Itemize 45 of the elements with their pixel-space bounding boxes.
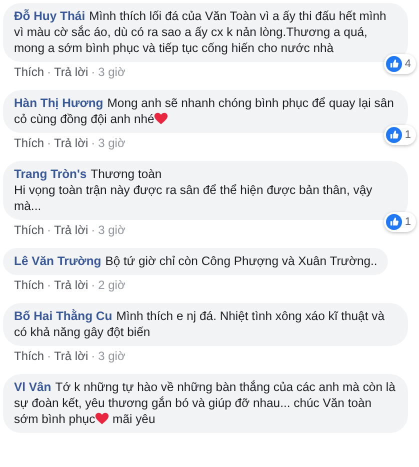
reaction-badge[interactable]: 4 — [384, 54, 416, 74]
comment-text: Bố Hai Thằng Cu Mình thích e nj đá. Nhiệt tình xông xáo kĩ thuật và có khả năng gây đột biến — [14, 308, 386, 340]
like-link[interactable]: Thích — [14, 223, 44, 237]
separator-dot: · — [91, 349, 96, 363]
like-link[interactable]: Thích — [14, 349, 44, 363]
like-link[interactable]: Thích — [14, 136, 44, 150]
like-link[interactable]: Thích — [14, 65, 44, 79]
thumbs-up-icon — [386, 56, 402, 72]
reply-link[interactable]: Trả lời — [54, 65, 88, 79]
separator-dot: · — [47, 278, 52, 292]
thumbs-up-icon — [386, 127, 402, 143]
comment-author[interactable]: Lê Văn Trường — [14, 254, 102, 268]
separator-dot: · — [91, 65, 96, 79]
comment-time: 3 giờ — [98, 65, 126, 79]
like-link[interactable]: Thích — [14, 278, 44, 292]
heart-icon — [95, 412, 110, 425]
comment-author[interactable]: Trang Tròn's — [14, 167, 87, 181]
comment-author[interactable]: Đỗ Huy Thái — [14, 9, 86, 23]
comment-time: 3 giờ — [98, 349, 126, 363]
separator-dot: · — [47, 349, 52, 363]
reply-link[interactable]: Trả lời — [54, 136, 88, 150]
reaction-badge[interactable]: 1 — [384, 125, 416, 145]
comment-text: Hàn Thị Hương Mong anh sẽ nhanh chóng bình phục để quay lại sân cỏ cùng đồng đội anh nhé — [14, 95, 395, 127]
comment-author[interactable]: Bố Hai Thằng Cu — [14, 309, 112, 323]
comment-text: Lê Văn Trường Bộ tứ giờ chỉ còn Công Phượng và Xuân Trường.. — [14, 253, 378, 269]
reply-link[interactable]: Trả lời — [54, 349, 88, 363]
comment-text: Vl Vân Tớ k những tự hào về những bàn thắng của các anh mà còn là sự đoàn kết, yêu thương gắn bó và giúp đỡ nhau... chúc Văn toàn sớm bình phục mãi yêu — [14, 379, 396, 427]
separator-dot: · — [91, 223, 96, 237]
separator-dot: · — [91, 278, 96, 292]
reply-link[interactable]: Trả lời — [54, 278, 88, 292]
reply-link[interactable]: Trả lời — [54, 223, 88, 237]
thumbs-up-icon — [386, 214, 402, 230]
comment-time: 3 giờ — [98, 223, 126, 237]
comment-text: Trang Tròn's Thương toàn Hi vọng toàn trận này được ra sân để thể hiện được bản thân, vậy mà... — [14, 166, 374, 214]
separator-dot: · — [47, 65, 52, 79]
comment-author[interactable]: Vl Vân — [14, 380, 52, 394]
comment-text: Đỗ Huy Thái Mình thích lối đá của Văn Toàn vì a ấy thi đấu hết mình vì màu cờ sắc áo, dù có ra sao a ấy cx k nản lòng.Thương a quá, mong a sớm bình phục và tiếp tục cống hiến cho nước nhà — [14, 8, 388, 56]
comment-time: 3 giờ — [98, 136, 126, 150]
comment-time: 2 giờ — [98, 278, 126, 292]
separator-dot: · — [47, 136, 52, 150]
separator-dot: · — [47, 223, 52, 237]
reaction-badge[interactable]: 1 — [384, 212, 416, 232]
separator-dot: · — [91, 136, 96, 150]
heart-icon — [154, 112, 168, 125]
comment-author[interactable]: Hàn Thị Hương — [14, 96, 104, 110]
